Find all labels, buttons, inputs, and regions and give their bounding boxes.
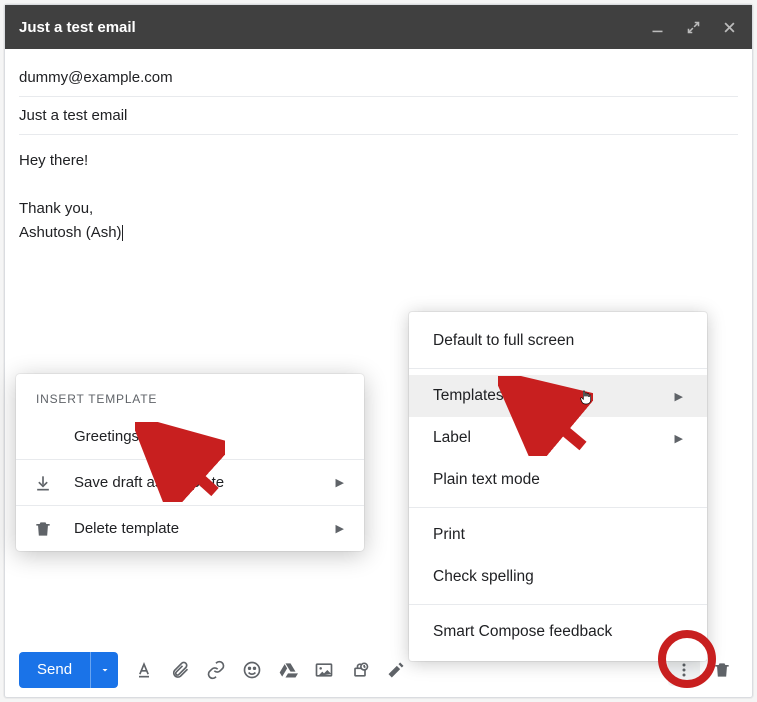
templates-submenu: INSERT TEMPLATE Greetings Save draft as … — [16, 374, 364, 551]
pen-icon[interactable] — [380, 654, 412, 686]
close-button[interactable] — [720, 18, 738, 36]
menu-templates[interactable]: Templates ▶ — [409, 375, 707, 417]
chevron-right-icon: ▶ — [675, 432, 683, 445]
chevron-right-icon: ▶ — [336, 476, 344, 489]
window-title: Just a test email — [19, 19, 648, 36]
link-icon[interactable] — [200, 654, 232, 686]
body-line: Thank you, — [19, 197, 738, 221]
to-field[interactable]: dummy@example.com — [19, 59, 738, 97]
chevron-right-icon: ▶ — [336, 522, 344, 535]
format-icon[interactable] — [128, 654, 160, 686]
body-line: Hey there! — [19, 149, 738, 173]
image-icon[interactable] — [308, 654, 340, 686]
menu-plain-text[interactable]: Plain text mode — [409, 459, 707, 501]
send-more-button[interactable] — [90, 652, 118, 688]
drive-icon[interactable] — [272, 654, 304, 686]
attach-icon[interactable] — [164, 654, 196, 686]
fullscreen-button[interactable] — [684, 18, 702, 36]
body-line — [19, 173, 738, 197]
delete-template[interactable]: Delete template ▶ — [16, 506, 364, 551]
download-icon — [32, 472, 54, 494]
chevron-right-icon: ▶ — [675, 390, 683, 403]
more-options-menu: Default to full screen Templates ▶ Label… — [409, 312, 707, 661]
compose-fields: dummy@example.com Just a test email — [5, 49, 752, 135]
menu-print[interactable]: Print — [409, 514, 707, 556]
menu-default-fullscreen[interactable]: Default to full screen — [409, 320, 707, 362]
save-draft-template[interactable]: Save draft as template ▶ — [16, 460, 364, 505]
submenu-header: INSERT TEMPLATE — [16, 382, 364, 414]
send-button[interactable]: Send — [19, 652, 90, 688]
body-line: Ashutosh (Ash) — [19, 221, 738, 245]
confidential-icon[interactable] — [344, 654, 376, 686]
template-greetings[interactable]: Greetings — [16, 414, 364, 459]
emoji-icon[interactable] — [236, 654, 268, 686]
menu-check-spelling[interactable]: Check spelling — [409, 556, 707, 598]
title-bar: Just a test email — [5, 5, 752, 49]
trash-icon — [32, 518, 54, 540]
subject-field[interactable]: Just a test email — [19, 97, 738, 135]
menu-label[interactable]: Label ▶ — [409, 417, 707, 459]
menu-smart-compose[interactable]: Smart Compose feedback — [409, 611, 707, 653]
discard-icon[interactable] — [706, 654, 738, 686]
text-caret — [122, 225, 123, 242]
minimize-button[interactable] — [648, 18, 666, 36]
